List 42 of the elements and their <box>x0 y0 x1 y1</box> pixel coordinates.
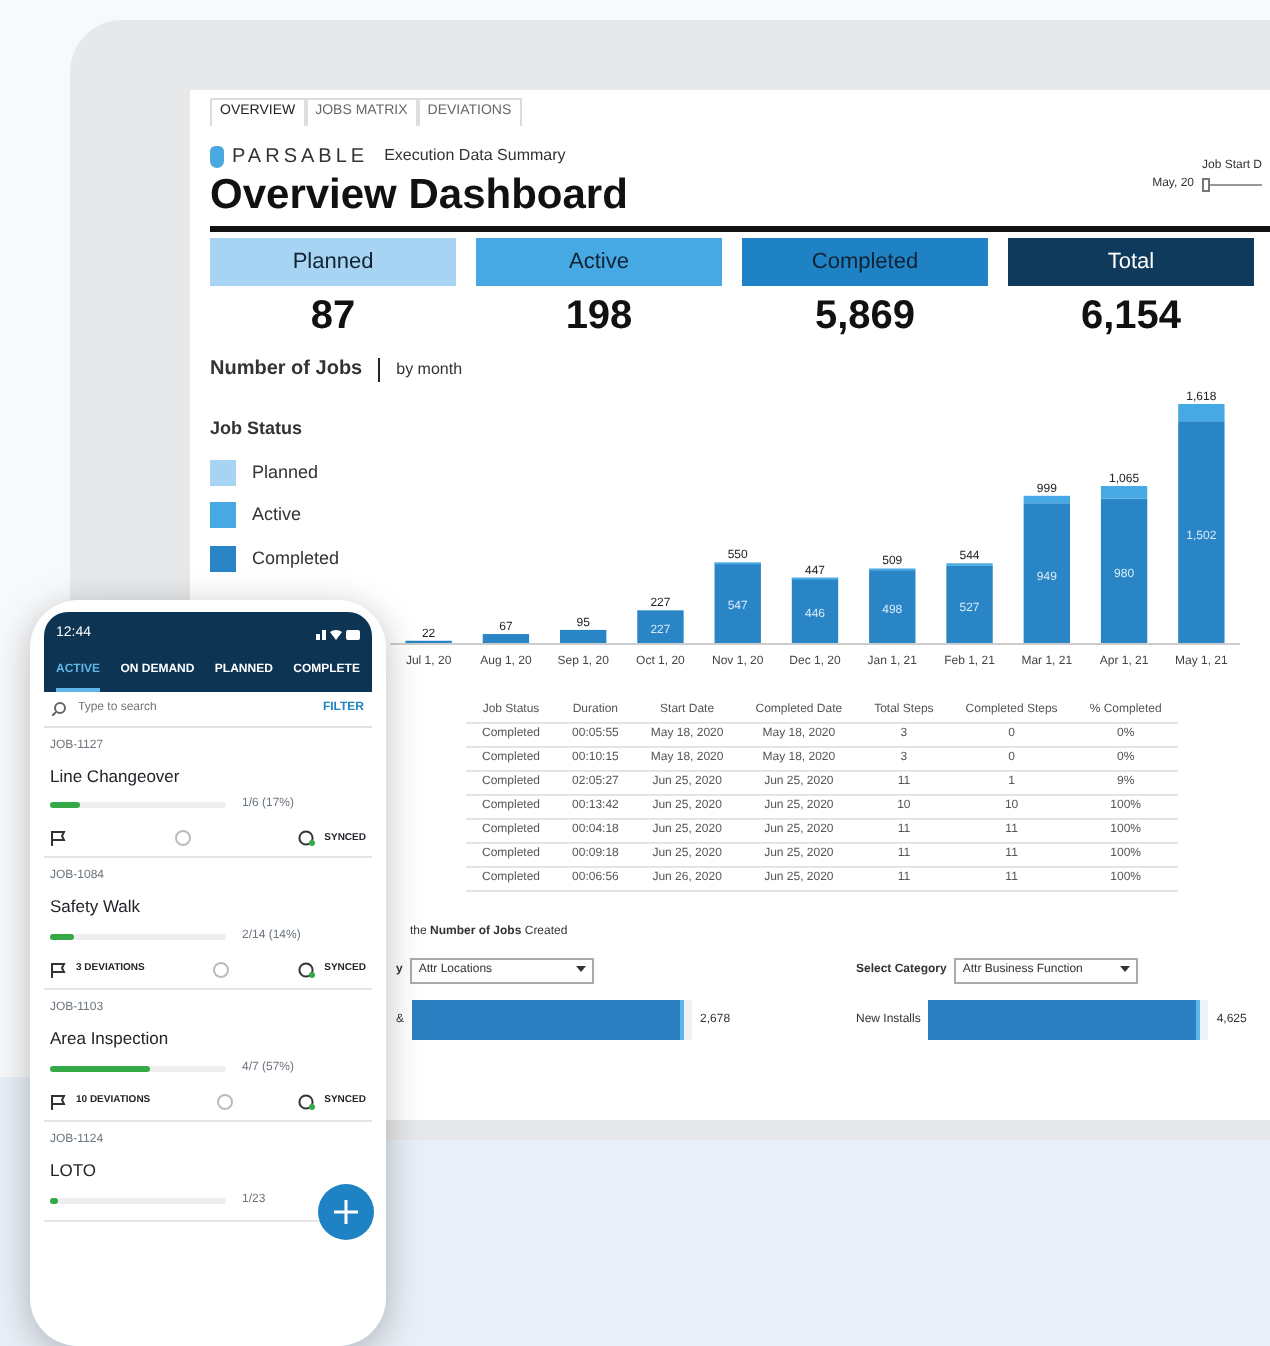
chart-heading: Number of Jobs <box>210 356 363 385</box>
kpi-header: Completed <box>742 237 988 287</box>
dashboard-title: Overview Dashboard <box>210 171 628 218</box>
chart-bar <box>482 634 530 645</box>
slider-thumb[interactable] <box>1202 177 1210 191</box>
clock-icon <box>212 962 231 978</box>
plus-icon <box>334 1199 358 1224</box>
sync-check-icon <box>298 1093 317 1110</box>
kpi-value: 6,154 <box>1078 292 1184 343</box>
clock-icon <box>174 830 193 847</box>
caret-icon <box>576 966 587 973</box>
kpi-header: Active <box>476 237 722 287</box>
add-button[interactable] <box>318 1184 374 1240</box>
kpi-value: 87 <box>308 292 358 343</box>
status-icons-drawing <box>316 628 360 641</box>
brand-name: PARSABLE <box>232 143 369 171</box>
caret-icon <box>1120 966 1131 973</box>
job-name: LOTO <box>50 1157 98 1183</box>
chart-bar <box>405 640 452 645</box>
legend-label: Active <box>252 502 302 529</box>
search-icon <box>52 701 66 715</box>
logo-icon <box>210 145 224 167</box>
kpi-header: Total <box>1008 237 1254 287</box>
flag-icon <box>50 962 68 978</box>
sync-check-icon <box>298 830 317 847</box>
legend-label: Planned <box>252 459 319 486</box>
job-name: Line Changeover <box>50 763 182 789</box>
subtitle: Execution Data Summary <box>384 144 566 168</box>
clock-icon <box>215 1093 234 1110</box>
kpi-value: 198 <box>563 292 635 343</box>
chart-bar <box>637 610 684 645</box>
chart-subheading: by month <box>378 357 463 382</box>
job-name: Safety Walk <box>50 894 143 920</box>
job-name: Area Inspection <box>50 1026 171 1052</box>
chart-bar <box>560 630 607 645</box>
flag-icon <box>50 1093 68 1110</box>
legend-label: Completed <box>252 545 340 572</box>
kpi-header: Planned <box>210 237 456 287</box>
legend-title: Job Status <box>210 416 305 443</box>
flag-icon <box>50 830 68 847</box>
sync-check-icon <box>298 962 317 978</box>
kpi-value: 5,869 <box>812 292 918 343</box>
